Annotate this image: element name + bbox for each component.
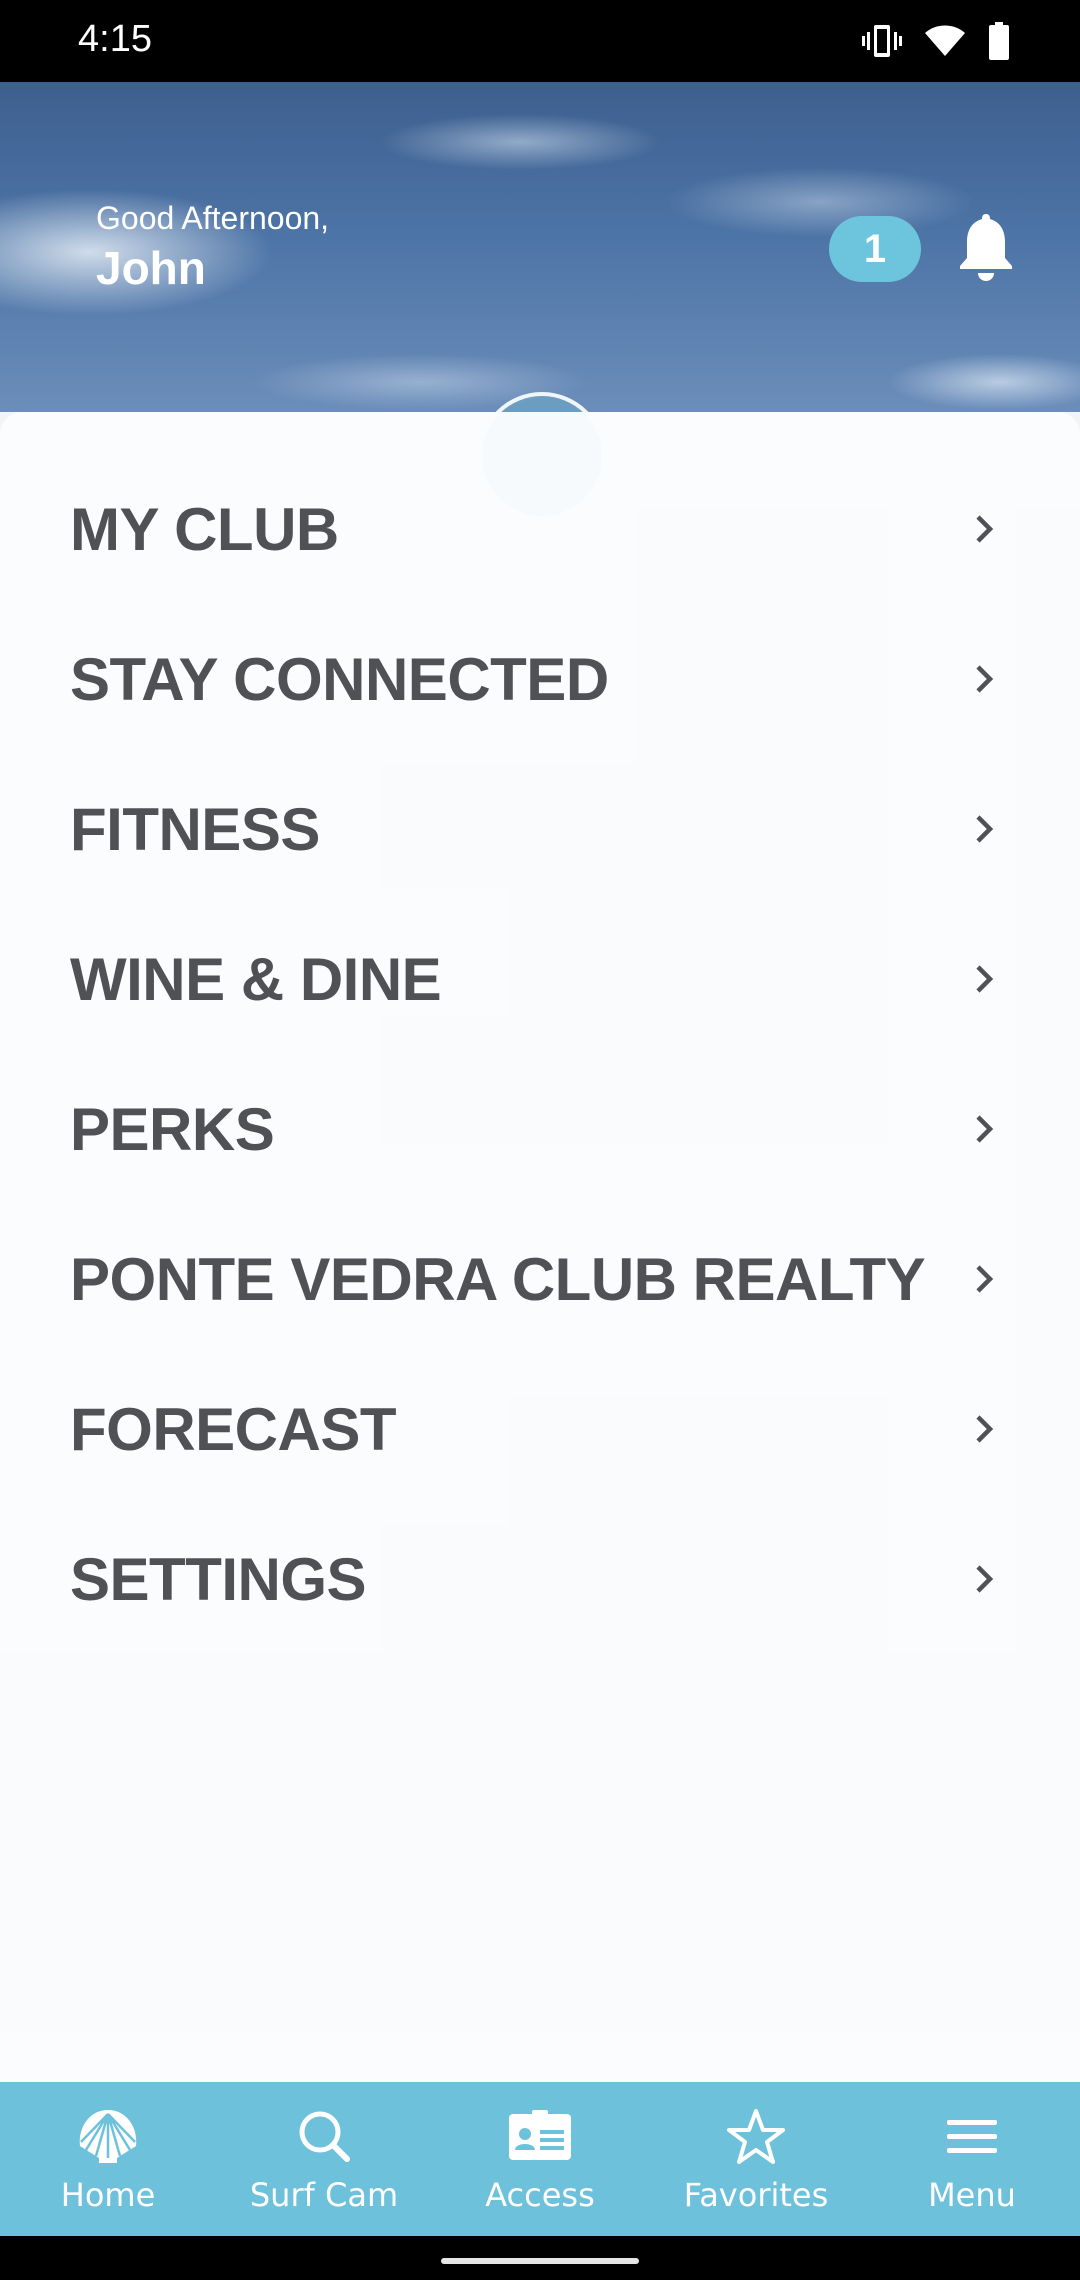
greeting-text: Good Afternoon, <box>96 200 330 236</box>
wifi-icon <box>925 25 965 56</box>
chevron-right-icon <box>976 1115 994 1143</box>
menu-item-ponte-vedra-club-realty[interactable]: PONTE VEDRA CLUB REALTY <box>0 1204 1080 1354</box>
menu-item-label: STAY CONNECTED <box>70 645 609 713</box>
status-icons <box>862 18 1010 64</box>
chevron-right-icon <box>976 965 994 993</box>
menu-item-label: FITNESS <box>70 795 320 863</box>
nav-label: Favorites <box>683 2176 829 2214</box>
menu-item-label: PONTE VEDRA CLUB REALTY <box>70 1245 926 1313</box>
menu-item-label: MY CLUB <box>70 495 339 563</box>
bottom-nav: Home Surf Cam Access Favorites Menu <box>0 2082 1080 2236</box>
bell-icon[interactable] <box>958 212 1014 282</box>
menu-item-settings[interactable]: SETTINGS <box>0 1504 1080 1654</box>
nav-menu[interactable]: Menu <box>864 2082 1080 2236</box>
search-icon <box>299 2111 350 2162</box>
nav-label: Menu <box>928 2176 1016 2214</box>
nav-home[interactable]: Home <box>0 2082 216 2236</box>
menu-item-label: FORECAST <box>70 1395 397 1463</box>
menu-item-label: PERKS <box>70 1095 275 1163</box>
menu-item-fitness[interactable]: FITNESS <box>0 754 1080 904</box>
app-screen: 4:15 Good Afternoon, John 1 MY CLUB STAY… <box>0 0 1080 2280</box>
chevron-right-icon <box>976 665 994 693</box>
battery-icon <box>989 22 1009 60</box>
menu-item-perks[interactable]: PERKS <box>0 1054 1080 1204</box>
chevron-right-icon <box>976 1565 994 1593</box>
id-card-icon <box>509 2110 571 2160</box>
hamburger-icon <box>947 2120 997 2153</box>
status-bar: 4:15 <box>0 0 1080 82</box>
chevron-right-icon <box>976 1265 994 1293</box>
chevron-right-icon <box>976 515 994 543</box>
gesture-area <box>0 2236 1080 2280</box>
shell-icon <box>79 2110 137 2163</box>
menu-item-label: SETTINGS <box>70 1545 367 1613</box>
gesture-handle[interactable] <box>441 2258 639 2264</box>
menu-item-label: WINE & DINE <box>70 945 442 1013</box>
user-name: John <box>96 242 206 294</box>
menu-item-stay-connected[interactable]: STAY CONNECTED <box>0 604 1080 754</box>
notification-count-badge[interactable]: 1 <box>829 216 921 282</box>
menu-item-wine-dine[interactable]: WINE & DINE <box>0 904 1080 1054</box>
menu-item-forecast[interactable]: FORECAST <box>0 1354 1080 1504</box>
nav-surf-cam[interactable]: Surf Cam <box>216 2082 432 2236</box>
nav-favorites[interactable]: Favorites <box>648 2082 864 2236</box>
star-icon <box>727 2109 785 2164</box>
greeting-block: Good Afternoon, John <box>96 200 329 295</box>
status-time: 4:15 <box>78 18 152 60</box>
nav-label: Access <box>485 2176 595 2214</box>
nav-label: Home <box>60 2176 156 2214</box>
nav-label: Surf Cam <box>249 2176 399 2214</box>
nav-access[interactable]: Access <box>432 2082 648 2236</box>
chevron-right-icon <box>976 815 994 843</box>
vibrate-icon <box>862 25 902 57</box>
chevron-right-icon <box>976 1415 994 1443</box>
menu-panel: MY CLUB STAY CONNECTED FITNESS WINE & DI… <box>0 412 1080 2082</box>
menu-item-my-club[interactable]: MY CLUB <box>0 454 1080 604</box>
